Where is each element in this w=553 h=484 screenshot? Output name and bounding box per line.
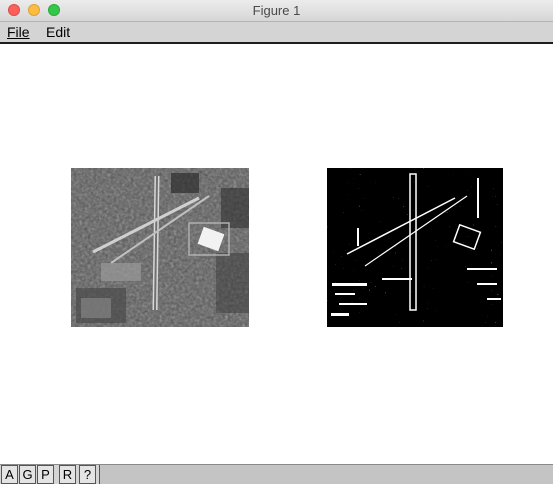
menu-edit[interactable]: Edit [46, 24, 70, 40]
menu-bar: File Edit [0, 22, 553, 44]
figure-canvas[interactable] [0, 44, 553, 464]
menu-edit-label: Edit [46, 24, 71, 40]
bottom-toolbar: A G P R ? [0, 464, 553, 484]
window-title: Figure 1 [252, 3, 301, 18]
toolbar-button-p[interactable]: P [37, 465, 54, 484]
status-field [99, 465, 553, 484]
title-bar[interactable]: Figure 1 [0, 0, 553, 22]
menu-file[interactable]: File [7, 24, 30, 40]
toolbar-button-g[interactable]: G [19, 465, 36, 484]
toolbar-button-help[interactable]: ? [79, 465, 96, 484]
toolbar-button-a[interactable]: A [1, 465, 18, 484]
binary-airport-image [327, 168, 503, 327]
menu-file-label: File [7, 24, 30, 40]
toolbar-button-r[interactable]: R [59, 465, 76, 484]
grayscale-airport-image [71, 168, 249, 327]
